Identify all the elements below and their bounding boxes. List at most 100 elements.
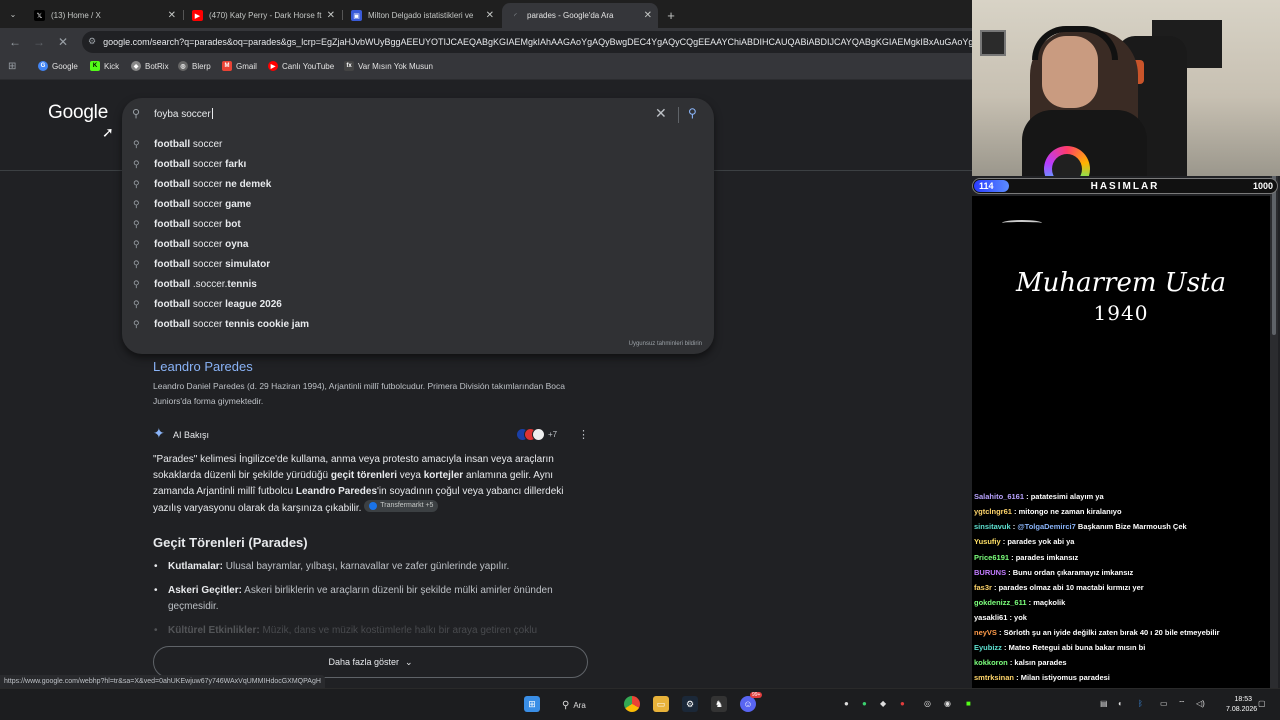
suggestion-item[interactable]: ⚲ football soccer tennis cookie jam (122, 314, 714, 334)
show-more-button[interactable]: Daha fazla göster ⌄ (153, 646, 588, 678)
chat-message: fas3r : parades olmaz abi 10 mactabi kır… (974, 583, 1270, 592)
bookmark-label: Google (52, 61, 78, 71)
search-input[interactable]: foyba soccer (154, 108, 213, 120)
chat-username[interactable]: Yusufiy (974, 537, 1001, 546)
bookmark-var-misin[interactable]: fx Var Mısın Yok Musun (344, 61, 433, 71)
windows-start-icon[interactable]: ⊞ (524, 696, 540, 712)
bookmark-blerp[interactable]: ◎ Blerp (178, 61, 211, 71)
search-icon: ⚲ (133, 238, 140, 249)
forward-icon[interactable]: → (33, 35, 45, 49)
bookmark-kick[interactable]: K Kick (90, 61, 119, 71)
suggestion-item[interactable]: ⚲ football .soccer.tennis (122, 274, 714, 294)
result-title-link[interactable]: Leandro Paredes (153, 359, 253, 374)
source-chip[interactable]: Transfermarkt +5 (364, 500, 439, 512)
close-icon[interactable]: ✕ (327, 10, 335, 21)
stop-loading-icon[interactable]: ✕ (58, 35, 68, 49)
suggestion-item[interactable]: ⚲ football soccer (122, 134, 714, 154)
tab-google-search[interactable]: ◜ parades - Google'da Ara ✕ (502, 3, 658, 28)
chat-username[interactable]: kokkoron (974, 658, 1008, 667)
discord-icon[interactable]: ☺ (740, 696, 756, 712)
chevron-down-icon: ⌄ (405, 656, 413, 667)
chat-text: : kalsın parades (1007, 658, 1067, 668)
chat-username[interactable]: yasakli61 (974, 613, 1007, 622)
new-tab-button[interactable]: + (660, 3, 682, 28)
chat-username[interactable]: gokdenizz_611 (974, 598, 1027, 607)
site-info-icon[interactable]: ⚙ (88, 36, 96, 48)
chrome-icon[interactable] (624, 696, 640, 712)
suggestion-bold: football (154, 278, 191, 290)
transfermarkt-icon (369, 502, 378, 510)
bullet-item: Askeri Geçitler: Askeri birliklerin ve a… (153, 583, 589, 615)
chat-username[interactable]: fas3r (974, 583, 992, 592)
suggestion-plain: soccer (190, 318, 226, 330)
suggestion-item[interactable]: ⚲ football soccer simulator (122, 254, 714, 274)
tray-icon[interactable]: ◉ (944, 699, 951, 708)
suggestion-item[interactable]: ⚲ football soccer league 2026 (122, 294, 714, 314)
tray-icon[interactable]: ● (900, 699, 905, 708)
suggestion-item[interactable]: ⚲ football soccer oyna (122, 234, 714, 254)
app-icon[interactable]: ♞ (711, 696, 727, 712)
tray-icon[interactable]: ● (862, 699, 867, 708)
close-icon[interactable]: ✕ (644, 10, 652, 21)
chat-username[interactable]: Price6191 (974, 553, 1009, 562)
tab-x-home[interactable]: 𝕏 (13) Home / X ✕ (26, 3, 182, 28)
volume-icon[interactable]: ◁) (1196, 699, 1205, 708)
tab-list-button[interactable]: ⌄ (4, 5, 22, 23)
notifications-icon[interactable]: ▢ (1258, 699, 1266, 708)
chat-username[interactable]: sinsitavuk (974, 522, 1011, 531)
close-icon[interactable]: ✕ (168, 10, 176, 21)
report-predictions-link[interactable]: Uygunsuz tahminleri bildirin (629, 341, 702, 347)
more-options-icon[interactable]: ⋮ (578, 428, 589, 441)
clear-search-icon[interactable]: ✕ (655, 105, 667, 122)
search-submit-icon[interactable]: ⚲ (688, 106, 697, 120)
bullet-item: Kültürel Etkinlikler: Müzik, dans ve müz… (153, 623, 589, 639)
bookmark-canli-youtube[interactable]: ▶ Canlı YouTube (268, 61, 334, 71)
suggestion-bold: game (225, 198, 252, 210)
tray-icon[interactable]: ● (844, 699, 849, 708)
taskbar-search[interactable]: ⚲ Ara (562, 695, 606, 715)
suggestion-text: football soccer oyna (154, 239, 248, 250)
suggestion-item[interactable]: ⚲ football soccer game (122, 194, 714, 214)
rgb-light-center (1052, 154, 1082, 176)
chat-username[interactable]: Eyubizz (974, 643, 1002, 652)
youtube-icon: ▶ (192, 10, 203, 21)
suggestion-item[interactable]: ⚲ football soccer ne demek (122, 174, 714, 194)
chat-mention[interactable]: @TolgaDemirci7 (1017, 522, 1075, 531)
steam-icon[interactable]: ⚙ (682, 696, 698, 712)
botrix-icon: ◆ (131, 61, 141, 71)
tray-icon[interactable]: ◎ (924, 699, 931, 708)
wifi-icon[interactable]: ⌔ (1178, 699, 1186, 709)
tab-youtube[interactable]: ▶ (470) Katy Perry - Dark Horse ft ✕ (184, 3, 341, 28)
tray-icon[interactable]: ■ (966, 699, 971, 708)
bluetooth-icon[interactable]: ᛒ (1138, 699, 1143, 708)
file-explorer-icon[interactable]: ▭ (653, 696, 669, 712)
google-logo[interactable]: Google (48, 102, 108, 124)
chat-username[interactable]: ygtclngr61 (974, 507, 1012, 516)
ai-sources-stack[interactable]: +7 (516, 428, 557, 441)
chat-username[interactable]: Salahito_6161 (974, 492, 1024, 501)
address-bar[interactable]: ⚙ google.com/search?q=parades&oq=parades… (82, 31, 972, 53)
back-icon[interactable]: ← (9, 35, 21, 49)
chat-message: Price6191 : parades imkansız (974, 553, 1270, 562)
suggestion-plain: soccer (190, 178, 226, 190)
search-row: ⚲ foyba soccer ✕ ⚲ (122, 98, 714, 132)
tray-icon[interactable]: ▤ (1100, 699, 1108, 708)
suggestion-item[interactable]: ⚲ football soccer farkı (122, 154, 714, 174)
tab-sofascore[interactable]: ▣ Milton Delgado istatistikleri ve ✕ (343, 3, 500, 28)
bookmark-botrix[interactable]: ◆ BotRix (131, 61, 169, 71)
network-icon[interactable]: ▭ (1160, 699, 1168, 708)
fx-icon: fx (344, 61, 354, 71)
chat-username[interactable]: neyVS (974, 628, 997, 637)
apps-grid-icon[interactable]: ⊞ (8, 61, 16, 72)
chat-username[interactable]: BURUNS (974, 568, 1006, 577)
bullet-term: Askeri Geçitler: (168, 585, 242, 596)
bookmark-google[interactable]: G Google (38, 61, 78, 71)
chat-text: : Sörloth şu an iyide değilki zaten bıra… (996, 628, 1220, 637)
chat-username[interactable]: smtrksinan (974, 673, 1014, 682)
tray-icon[interactable]: ◐ (1118, 699, 1123, 708)
suggestion-item[interactable]: ⚲ football soccer bot (122, 214, 714, 234)
tray-icon[interactable]: ◆ (880, 699, 886, 708)
close-icon[interactable]: ✕ (486, 10, 494, 21)
system-clock[interactable]: 18:53 7.08.2026 (1226, 695, 1257, 715)
bookmark-gmail[interactable]: M Gmail (222, 61, 257, 71)
